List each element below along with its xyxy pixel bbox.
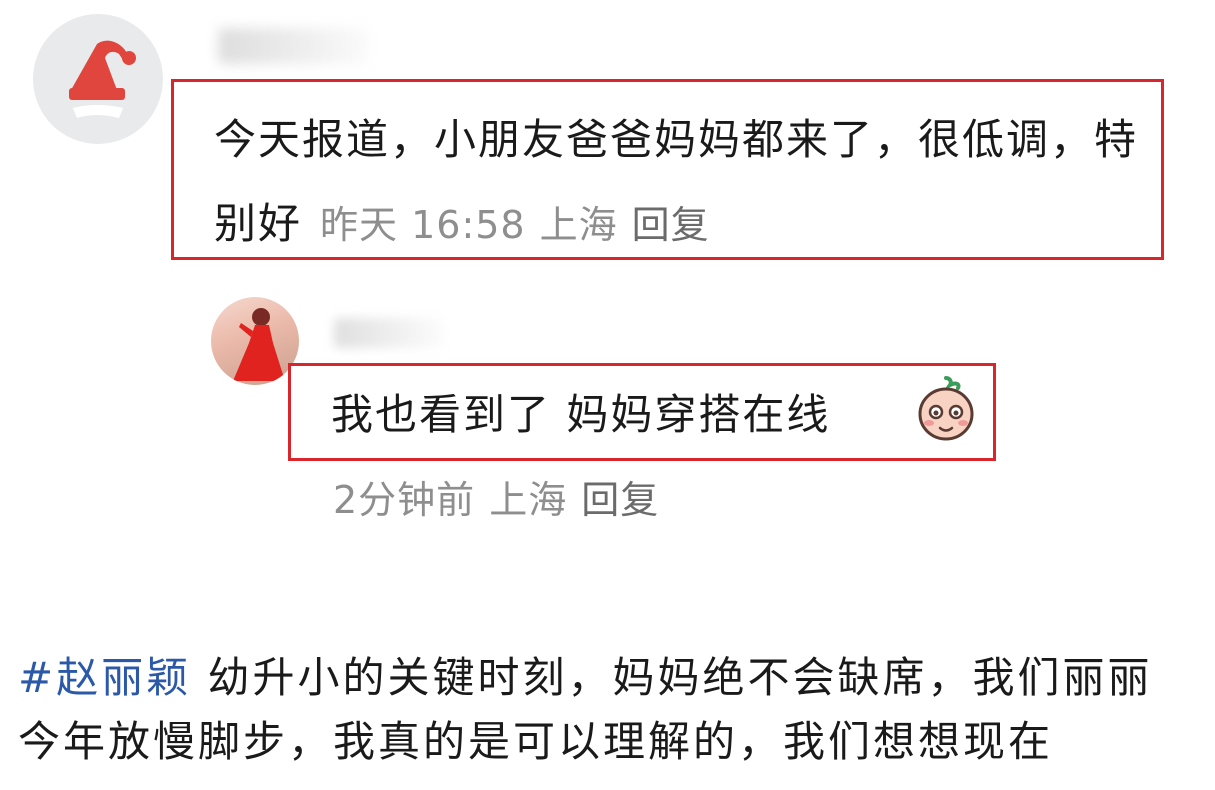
reply-username-blurred[interactable] bbox=[334, 318, 444, 348]
comment-item: 今天报道，小朋友爸爸妈妈都来了，很低调，特别好 昨天 16:58 上海 回复 bbox=[214, 98, 1149, 267]
reply-location: 上海 bbox=[489, 478, 568, 522]
reply-time: 2分钟前 bbox=[333, 478, 476, 522]
username-blurred[interactable] bbox=[218, 28, 368, 64]
reply-meta: 2分钟前 上海 回复 bbox=[333, 472, 659, 528]
shy-face-emoji-icon bbox=[918, 376, 974, 441]
comment-location: 上海 bbox=[539, 203, 618, 247]
red-dress-avatar-icon bbox=[233, 308, 285, 381]
reply-reply-button[interactable]: 回复 bbox=[581, 478, 659, 522]
avatar[interactable] bbox=[33, 14, 163, 144]
reply-button[interactable]: 回复 bbox=[632, 203, 710, 247]
post-body: #赵丽颖 幼升小的关键时刻，妈妈绝不会缺席，我们丽丽今年放慢脚步，我真的是可以理… bbox=[18, 646, 1193, 774]
comment-time: 昨天 16:58 bbox=[320, 203, 526, 247]
hashtag-link[interactable]: #赵丽颖 bbox=[18, 653, 191, 702]
reply-avatar[interactable] bbox=[211, 297, 299, 385]
reply-text: 我也看到了 妈妈穿搭在线 bbox=[331, 390, 831, 439]
santa-hat-avatar-icon bbox=[69, 40, 136, 118]
